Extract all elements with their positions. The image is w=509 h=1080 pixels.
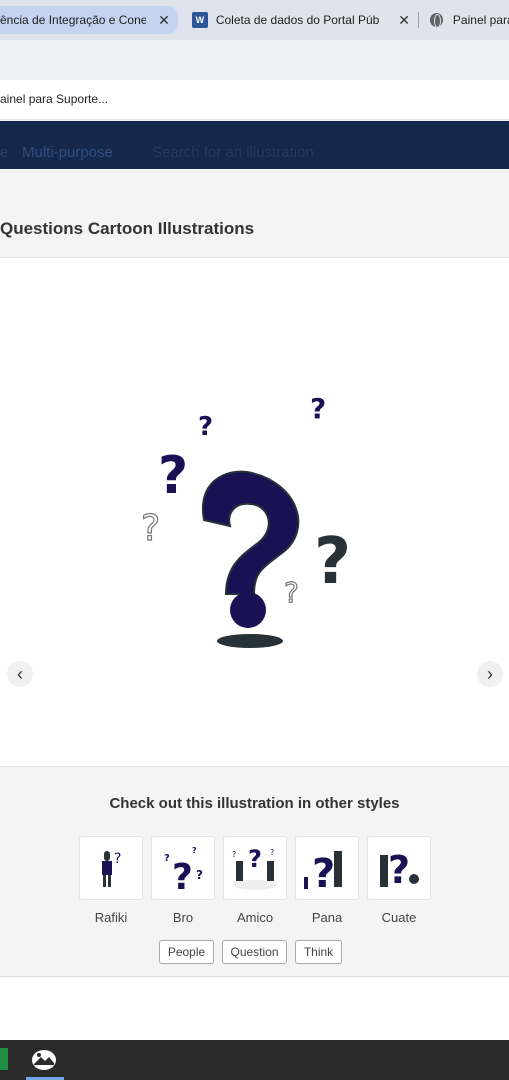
svg-text:?: ? [270, 848, 274, 857]
question-marks-illustration: ? ? ? ? ? ? [140, 392, 351, 648]
style-label-pana[interactable]: Pana [295, 910, 359, 925]
bro-thumbnail-icon: ? ? ? ? [164, 846, 203, 898]
tag-think[interactable]: Think [295, 940, 342, 964]
style-thumb-rafiki[interactable]: ? [79, 836, 143, 900]
tab-coleta-de-dados[interactable]: W Coleta de dados do Portal Públic ✕ [192, 6, 414, 34]
page-title: Questions Cartoon Illustrations [0, 219, 255, 238]
svg-text:?: ? [248, 845, 262, 873]
tag-people[interactable]: People [159, 940, 214, 964]
os-taskbar [0, 1040, 509, 1080]
question-mark-outline-icon: ? [284, 576, 299, 609]
style-thumb-pana[interactable]: ? [295, 836, 359, 900]
question-mark-medium-icon: ? [158, 446, 188, 506]
style-thumb-cuate[interactable]: ? [367, 836, 431, 900]
svg-text:?: ? [172, 857, 193, 898]
pana-thumbnail-icon: ? [304, 851, 342, 897]
svg-text:?: ? [192, 846, 197, 855]
previous-arrow-icon[interactable]: ‹ [7, 661, 33, 687]
svg-text:?: ? [114, 851, 121, 867]
spreadsheet-app-icon[interactable] [0, 1048, 8, 1070]
question-mark-small-icon: ? [198, 412, 213, 442]
word-icon: W [192, 12, 208, 28]
style-label-rafiki[interactable]: Rafiki [79, 910, 143, 925]
search-input[interactable]: Search for an illustration [152, 144, 314, 161]
rafiki-thumbnail-icon: ? [102, 851, 121, 887]
tab-integracao[interactable]: ência de Integração e Conex ✕ [0, 6, 178, 34]
next-arrow-icon[interactable]: › [477, 661, 503, 687]
style-label-bro[interactable]: Bro [151, 910, 215, 925]
browser-toolbar [0, 40, 509, 80]
site-header: e Multi-purpose Search for an illustrati… [0, 121, 509, 169]
svg-text:?: ? [232, 850, 236, 859]
style-label-cuate[interactable]: Cuate [367, 910, 431, 925]
close-tab-icon[interactable]: ✕ [394, 12, 414, 29]
tab-title: Painel para [452, 13, 509, 27]
svg-text:?: ? [388, 848, 410, 892]
browser-tab-strip: ência de Integração e Conex ✕ W Coleta d… [0, 0, 509, 40]
tab-divider [418, 12, 419, 28]
floor-shadow [217, 634, 283, 648]
photos-glyph-icon [32, 1050, 56, 1070]
style-label-amico[interactable]: Amico [223, 910, 287, 925]
style-thumb-amico[interactable]: ? ? ? [223, 836, 287, 900]
svg-text:?: ? [312, 851, 335, 897]
bookmarks-bar: ainel para Suporte... [0, 80, 509, 120]
photos-app-icon[interactable] [26, 1044, 62, 1076]
nav-item-partial[interactable]: e [0, 144, 8, 161]
bookmark-painel-suporte[interactable]: ainel para Suporte... [0, 92, 108, 106]
svg-text:?: ? [196, 868, 203, 882]
svg-text:?: ? [164, 853, 170, 864]
style-thumb-bro[interactable]: ? ? ? ? [151, 836, 215, 900]
tag-question[interactable]: Question [222, 940, 287, 964]
question-mark-outline-icon: ? [141, 508, 160, 549]
tab-painel[interactable]: Painel para [430, 6, 509, 34]
globe-icon [430, 13, 443, 28]
amico-thumbnail-icon: ? ? ? [232, 845, 277, 890]
tab-title: Coleta de dados do Portal Públic [215, 13, 381, 27]
other-styles-heading: Check out this illustration in other sty… [109, 795, 400, 812]
question-mark-dark-icon: ? [314, 525, 351, 599]
question-mark-dot [230, 592, 266, 628]
tab-title: ência de Integração e Conex [0, 13, 146, 27]
page-footer-area [0, 977, 509, 1040]
question-mark-small-icon: ? [310, 392, 326, 425]
nav-item-multi-purpose[interactable]: Multi-purpose [22, 144, 113, 161]
cuate-thumbnail-icon: ? [380, 848, 419, 892]
close-tab-icon[interactable]: ✕ [154, 12, 174, 29]
